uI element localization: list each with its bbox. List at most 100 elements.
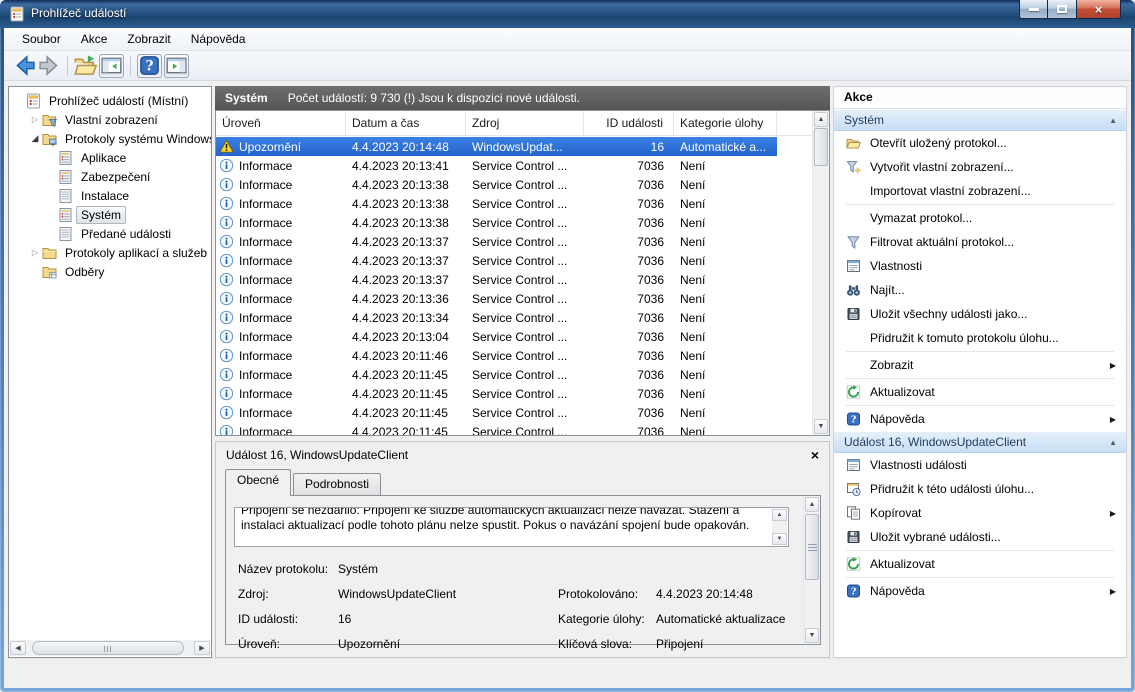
event-row[interactable]: Informace4.4.2023 20:13:37Service Contro…: [216, 251, 777, 270]
action-vymazat-protokol[interactable]: Vymazat protokol...: [834, 206, 1126, 230]
event-row[interactable]: Informace4.4.2023 20:13:41Service Contro…: [216, 156, 777, 175]
tree-item-prohl-e-ud-lost-m-stn[interactable]: Prohlížeč událostí (Místní): [9, 91, 211, 110]
event-row[interactable]: Informace4.4.2023 20:11:46Service Contro…: [216, 346, 777, 365]
toolbar-back-button[interactable]: [12, 54, 37, 78]
menu-akce[interactable]: Akce: [71, 28, 118, 50]
event-row[interactable]: Upozornění4.4.2023 20:14:48WindowsUpdat.…: [216, 137, 777, 156]
tree-item-protokoly-syst-mu-windows[interactable]: ◢Protokoly systému Windows: [9, 129, 211, 148]
close-button[interactable]: ×: [1076, 0, 1121, 19]
action-n-pov-da[interactable]: ?Nápověda▶: [834, 407, 1126, 431]
event-message-box[interactable]: Připojení se nezdařilo: Připojení ke slu…: [234, 507, 789, 547]
save-icon: [845, 529, 862, 545]
icon-icon: [845, 183, 862, 199]
action-vytvo-it-vlastn-zobrazen[interactable]: Vytvořit vlastní zobrazení...: [834, 155, 1126, 179]
tree-item-protokoly-aplikac-a-slu-eb[interactable]: ▷Protokoly aplikací a služeb: [9, 243, 211, 262]
action-otev-t-ulo-en-protokol[interactable]: Otevřít uložený protokol...: [834, 131, 1126, 155]
scroll-right-icon[interactable]: ▶: [194, 641, 210, 655]
filter-icon: [845, 234, 862, 250]
event-row[interactable]: Informace4.4.2023 20:11:45Service Contro…: [216, 365, 777, 384]
column-header-level[interactable]: Úroveň: [216, 111, 346, 135]
toolbar-open-saved-log-button[interactable]: [73, 54, 98, 78]
toolbar-help-button[interactable]: ?: [137, 54, 162, 78]
action-ulo-it-v-echny-ud-losti-jako[interactable]: Uložit všechny události jako...: [834, 302, 1126, 326]
action-filtrovat-aktu-ln-protokol[interactable]: Filtrovat aktuální protokol...: [834, 230, 1126, 254]
action-p-idru-it-k-tomuto-protokolu-lohu[interactable]: Přidružit k tomuto protokolu úlohu...: [834, 326, 1126, 350]
action-vlastnosti-ud-losti[interactable]: Vlastnosti události: [834, 453, 1126, 477]
event-row[interactable]: Informace4.4.2023 20:13:37Service Contro…: [216, 232, 777, 251]
scroll-down-icon[interactable]: ▼: [805, 628, 819, 643]
action-importovat-vlastn-zobrazen[interactable]: Importovat vlastní zobrazení...: [834, 179, 1126, 203]
toolbar-forward-button[interactable]: [37, 54, 62, 78]
event-row[interactable]: Informace4.4.2023 20:13:38Service Contro…: [216, 175, 777, 194]
action-label: Zobrazit: [870, 358, 913, 372]
tab-podrobnosti[interactable]: Podrobnosti: [293, 473, 381, 495]
event-row[interactable]: Informace4.4.2023 20:13:34Service Contro…: [216, 308, 777, 327]
actions-section-header-syst-m[interactable]: Systém▲: [834, 109, 1126, 131]
separator: [846, 204, 1114, 205]
tree-item-odb-ry[interactable]: Odběry: [9, 262, 211, 281]
toolbar-console-tree-button[interactable]: [99, 54, 124, 78]
column-header-category[interactable]: Kategorie úlohy: [674, 111, 777, 135]
message-scrollbar[interactable]: ▲ ▼: [772, 509, 787, 545]
action-n-pov-da[interactable]: ?Nápověda▶: [834, 579, 1126, 603]
maximize-icon: [1057, 5, 1067, 13]
tree-item-aplikace[interactable]: Aplikace: [9, 148, 211, 167]
toolbar-action-pane-button[interactable]: [164, 54, 189, 78]
action-label: Nápověda: [870, 412, 925, 426]
maximize-button[interactable]: [1048, 0, 1076, 19]
scroll-down-icon[interactable]: ▼: [772, 533, 787, 545]
action-zobrazit[interactable]: Zobrazit▶: [834, 353, 1126, 377]
menu-napoveda[interactable]: Nápověda: [181, 28, 256, 50]
scroll-down-icon[interactable]: ▼: [814, 419, 828, 434]
action-naj-t[interactable]: Najít...: [834, 278, 1126, 302]
tree-item-vlastn-zobrazen[interactable]: ▷Vlastní zobrazení: [9, 110, 211, 129]
event-row[interactable]: Informace4.4.2023 20:11:45Service Contro…: [216, 403, 777, 422]
expander-collapsed-icon[interactable]: ▷: [29, 248, 41, 257]
event-row[interactable]: Informace4.4.2023 20:13:38Service Contro…: [216, 213, 777, 232]
action-aktualizovat[interactable]: Aktualizovat: [834, 380, 1126, 404]
column-header-event-id[interactable]: ID události: [584, 111, 674, 135]
tree-item-syst-m[interactable]: Systém: [9, 205, 211, 224]
action-ulo-it-vybran-ud-losti[interactable]: Uložit vybrané události...: [834, 525, 1126, 549]
tree-horizontal-scrollbar[interactable]: ◀ ▶: [10, 640, 210, 656]
action-kop-rovat[interactable]: Kopírovat▶: [834, 501, 1126, 525]
event-row[interactable]: Informace4.4.2023 20:13:04Service Contro…: [216, 327, 777, 346]
tree-item-instalace[interactable]: Instalace: [9, 186, 211, 205]
expander-collapsed-icon[interactable]: ▷: [29, 115, 41, 124]
scroll-up-icon[interactable]: ▲: [814, 112, 828, 127]
info-icon: [219, 348, 234, 363]
scrollbar-thumb[interactable]: [814, 128, 828, 166]
action-p-idru-it-k-t-to-ud-losti-lohu[interactable]: Přidružit k této události úlohu...: [834, 477, 1126, 501]
event-row[interactable]: Informace4.4.2023 20:13:37Service Contro…: [216, 270, 777, 289]
info-icon: [219, 253, 234, 268]
expander-expanded-icon[interactable]: ◢: [29, 133, 41, 144]
scroll-up-icon[interactable]: ▲: [772, 509, 787, 521]
menu-soubor[interactable]: Soubor: [12, 28, 71, 50]
action-aktualizovat[interactable]: Aktualizovat: [834, 552, 1126, 576]
title-bar[interactable]: Prohlížeč událostí ×: [0, 0, 1135, 28]
tree-item-p-edan-ud-losti[interactable]: Předané události: [9, 224, 211, 243]
separator: [846, 550, 1114, 551]
menu-zobrazit[interactable]: Zobrazit: [117, 28, 180, 50]
scroll-left-icon[interactable]: ◀: [10, 641, 26, 655]
event-row[interactable]: Informace4.4.2023 20:11:45Service Contro…: [216, 384, 777, 403]
tab-obecne[interactable]: Obecné: [225, 469, 291, 496]
scroll-up-icon[interactable]: ▲: [805, 497, 819, 512]
column-header-datetime[interactable]: Datum a čas: [346, 111, 466, 135]
close-preview-icon[interactable]: ×: [811, 448, 819, 462]
minimize-button[interactable]: [1019, 0, 1048, 19]
window-client-area: Soubor Akce Zobrazit Nápověda ? Prohlíže…: [4, 28, 1131, 688]
event-list-scrollbar[interactable]: ▲ ▼: [812, 111, 829, 435]
collapse-icon[interactable]: ▲: [1109, 116, 1117, 125]
tree-item-zabezpe-en[interactable]: Zabezpečení: [9, 167, 211, 186]
preview-scrollbar[interactable]: ▲ ▼: [803, 496, 820, 644]
event-row[interactable]: Informace4.4.2023 20:11:45Service Contro…: [216, 422, 777, 435]
column-header-source[interactable]: Zdroj: [466, 111, 584, 135]
event-row[interactable]: Informace4.4.2023 20:13:38Service Contro…: [216, 194, 777, 213]
scrollbar-thumb[interactable]: [32, 641, 184, 655]
action-vlastnosti[interactable]: Vlastnosti: [834, 254, 1126, 278]
actions-section-header-ud-lost-16-windowsupdateclient[interactable]: Událost 16, WindowsUpdateClient▲: [834, 431, 1126, 453]
collapse-icon[interactable]: ▲: [1109, 438, 1117, 447]
event-row[interactable]: Informace4.4.2023 20:13:36Service Contro…: [216, 289, 777, 308]
scrollbar-thumb[interactable]: [805, 514, 819, 580]
